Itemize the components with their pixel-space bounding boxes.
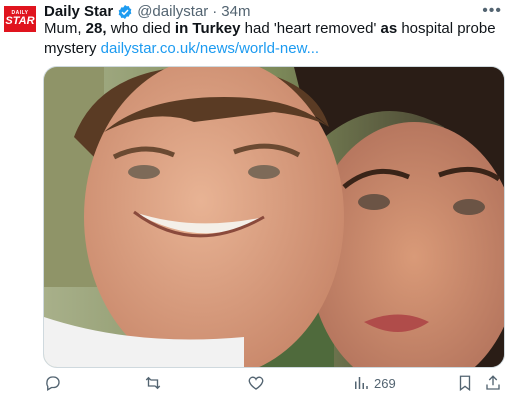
tweet-timestamp[interactable]: 34m — [221, 3, 250, 20]
tweet-text-bold: in Turkey — [174, 20, 241, 37]
tweet-photo[interactable] — [43, 66, 505, 368]
views-count: 269 — [374, 375, 396, 391]
tweet-text-part: had 'heart removed' — [240, 20, 381, 37]
separator-dot: · — [212, 3, 218, 20]
tweet-text-bold: 28, — [85, 20, 107, 37]
account-handle[interactable]: @dailystar — [137, 3, 208, 20]
share-icon — [486, 375, 500, 390]
like-icon — [248, 376, 264, 390]
like-button[interactable] — [247, 374, 265, 392]
tweet-text-part: Mum, — [44, 20, 86, 37]
share-button[interactable] — [484, 374, 502, 392]
bookmark-icon — [459, 375, 471, 392]
logo-bottom-text: STAR — [5, 15, 35, 27]
tweet-text-bold: as — [380, 20, 398, 37]
retweet-icon — [145, 376, 161, 390]
reply-button[interactable] — [44, 374, 62, 392]
bookmark-button[interactable] — [456, 374, 474, 392]
tweet-header: Daily Star @dailystar · 34m — [44, 3, 472, 20]
retweet-button[interactable] — [144, 374, 162, 392]
daily-star-logo[interactable]: DAILY STAR — [4, 6, 36, 32]
tweet-actions: 269 — [44, 374, 504, 398]
views-icon — [355, 377, 368, 389]
more-icon[interactable]: ••• — [482, 2, 502, 20]
tweet-text-part: who died — [106, 20, 175, 37]
reply-icon — [46, 376, 60, 391]
account-name[interactable]: Daily Star — [44, 3, 113, 20]
tweet-link[interactable]: dailystar.co.uk/news/world-new... — [101, 40, 319, 57]
views-button[interactable]: 269 — [352, 374, 396, 392]
tweet-text: Mum, 28, who died in Turkey had 'heart r… — [44, 19, 496, 59]
verified-badge-icon — [118, 4, 132, 19]
